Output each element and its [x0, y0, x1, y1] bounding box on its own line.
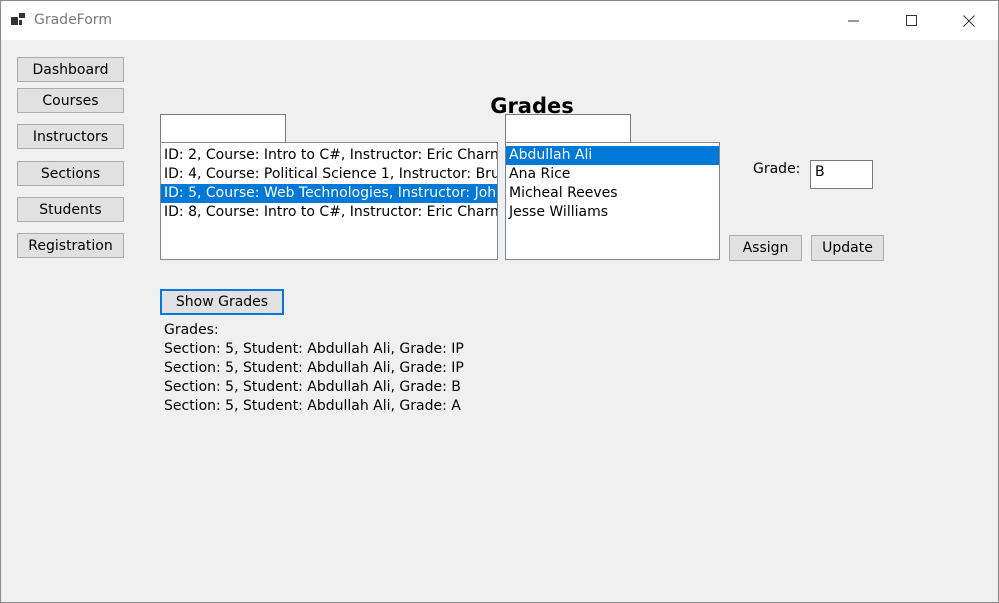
- close-icon: [963, 14, 975, 27]
- sections-button[interactable]: Sections: [17, 161, 124, 186]
- show-grades-button[interactable]: Show Grades: [160, 289, 284, 315]
- student-list-item[interactable]: Jesse Williams: [506, 203, 719, 222]
- section-filter-input[interactable]: [160, 114, 286, 143]
- assign-button[interactable]: Assign: [729, 235, 802, 261]
- section-list-item[interactable]: ID: 2, Course: Intro to C#, Instructor: …: [161, 146, 497, 165]
- app-icon: [11, 12, 25, 26]
- window-title: GradeForm: [34, 12, 112, 28]
- minimize-button[interactable]: [825, 1, 883, 40]
- section-list-item[interactable]: ID: 4, Course: Political Science 1, Inst…: [161, 165, 497, 184]
- sections-listbox[interactable]: ID: 2, Course: Intro to C#, Instructor: …: [160, 142, 498, 260]
- grade-line: Section: 5, Student: Abdullah Ali, Grade…: [164, 360, 464, 376]
- grade-label: Grade:: [753, 161, 801, 177]
- dashboard-button[interactable]: Dashboard: [17, 57, 124, 82]
- instructors-button[interactable]: Instructors: [17, 124, 124, 149]
- update-button[interactable]: Update: [811, 235, 884, 261]
- courses-button[interactable]: Courses: [17, 88, 124, 113]
- student-list-item[interactable]: Ana Rice: [506, 165, 719, 184]
- student-filter-input[interactable]: [505, 114, 631, 143]
- registration-button[interactable]: Registration: [17, 233, 124, 258]
- students-listbox[interactable]: Abdullah Ali Ana Rice Micheal Reeves Jesse …: [505, 142, 720, 260]
- grade-form-window: GradeForm Dashboard Courses Instructors …: [0, 0, 999, 603]
- maximize-icon: [906, 14, 917, 26]
- section-list-item[interactable]: ID: 8, Course: Intro to C#, Instructor: …: [161, 203, 497, 222]
- close-button[interactable]: [940, 1, 998, 40]
- maximize-button[interactable]: [883, 1, 941, 40]
- grades-output: Grades: Section: 5, Student: Abdullah Al…: [164, 321, 464, 416]
- grades-header: Grades:: [164, 322, 219, 338]
- title-bar[interactable]: GradeForm: [1, 1, 998, 40]
- grade-line: Section: 5, Student: Abdullah Ali, Grade…: [164, 398, 461, 414]
- form-client-area: Dashboard Courses Instructors Sections S…: [1, 40, 998, 602]
- grade-line: Section: 5, Student: Abdullah Ali, Grade…: [164, 341, 464, 357]
- student-list-item[interactable]: Abdullah Ali: [506, 146, 719, 165]
- section-list-item[interactable]: ID: 5, Course: Web Technologies, Instruc…: [161, 184, 497, 203]
- students-button[interactable]: Students: [17, 197, 124, 222]
- minimize-icon: [848, 20, 859, 21]
- grade-input[interactable]: B: [810, 160, 873, 189]
- student-list-item[interactable]: Micheal Reeves: [506, 184, 719, 203]
- grade-line: Section: 5, Student: Abdullah Ali, Grade…: [164, 379, 461, 395]
